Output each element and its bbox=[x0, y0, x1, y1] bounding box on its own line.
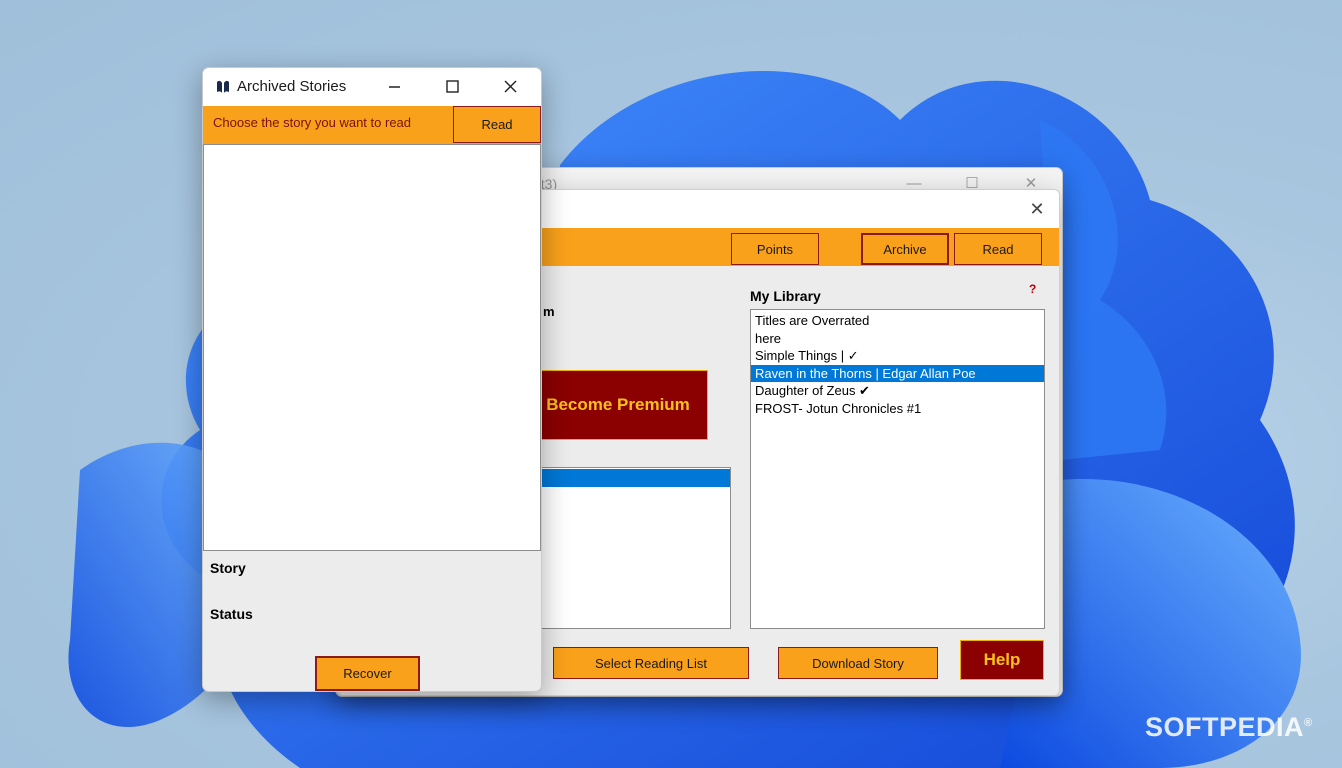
select-reading-list-button[interactable]: Select Reading List bbox=[553, 647, 749, 679]
help-button[interactable]: Help bbox=[960, 640, 1044, 680]
my-library-list[interactable]: Titles are Overrated here Simple Things … bbox=[750, 309, 1045, 629]
download-story-button[interactable]: Download Story bbox=[778, 647, 938, 679]
recover-button[interactable]: Recover bbox=[315, 656, 420, 691]
library-item[interactable]: Daughter of Zeus ✔ bbox=[751, 382, 1044, 400]
partial-label: m bbox=[543, 304, 555, 319]
close-icon[interactable]: ✕ bbox=[1022, 198, 1052, 220]
watermark-mark: ® bbox=[1304, 717, 1313, 729]
maximize-icon[interactable] bbox=[429, 73, 475, 101]
archive-read-button[interactable]: Read bbox=[453, 106, 541, 143]
points-button[interactable]: Points bbox=[731, 233, 819, 265]
library-item[interactable]: Titles are Overrated bbox=[751, 312, 1044, 330]
selected-list-row[interactable] bbox=[529, 469, 730, 487]
app-book-icon bbox=[217, 80, 229, 93]
status-label: Status bbox=[210, 606, 253, 622]
minimize-icon[interactable] bbox=[371, 73, 417, 101]
library-item[interactable]: Simple Things | ✓ bbox=[751, 347, 1044, 365]
archive-prompt: Choose the story you want to read bbox=[213, 115, 412, 130]
close-icon[interactable] bbox=[487, 73, 533, 101]
archived-stories-list[interactable] bbox=[203, 144, 541, 551]
read-button[interactable]: Read bbox=[954, 233, 1042, 265]
archive-window-title: Archived Stories bbox=[237, 78, 347, 95]
softpedia-watermark: SOFTPEDIA® bbox=[1145, 712, 1313, 743]
archived-stories-window: Archived Stories Choose the story you wa… bbox=[202, 67, 542, 692]
my-library-heading: My Library bbox=[750, 288, 821, 304]
library-item-selected[interactable]: Raven in the Thorns | Edgar Allan Poe bbox=[751, 364, 1044, 382]
library-item[interactable]: here bbox=[751, 330, 1044, 348]
watermark-text: SOFTPEDIA bbox=[1145, 712, 1305, 742]
archive-titlebar: Archived Stories bbox=[203, 68, 541, 106]
become-premium-button[interactable]: Become Premium bbox=[528, 370, 708, 440]
library-item[interactable]: FROST- Jotun Chronicles #1 bbox=[751, 400, 1044, 418]
story-label: Story bbox=[210, 560, 246, 576]
help-question-icon[interactable]: ? bbox=[1029, 282, 1036, 296]
reading-list-box[interactable] bbox=[528, 467, 731, 629]
archive-button[interactable]: Archive bbox=[861, 233, 949, 265]
